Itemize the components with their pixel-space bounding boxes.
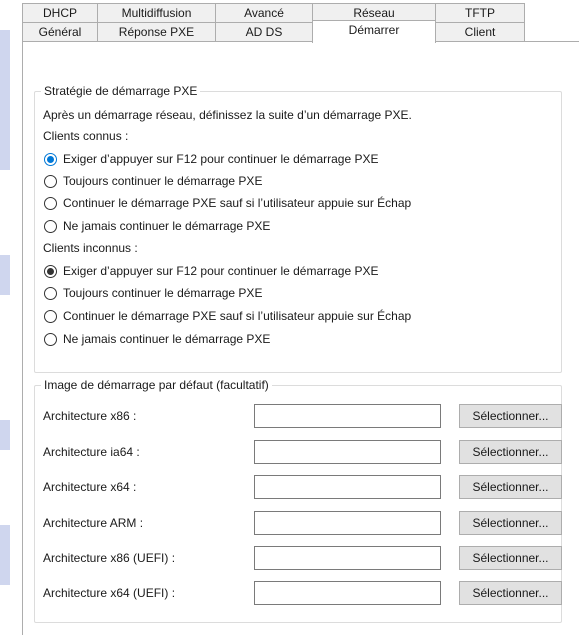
arch-ia64-label: Architecture ia64 : xyxy=(43,445,140,459)
known-clients-label: Clients connus : xyxy=(43,129,129,143)
unknown-clients-label: Clients inconnus : xyxy=(43,241,138,255)
unknown-option-unless-esc[interactable]: Continuer le démarrage PXE sauf si l’uti… xyxy=(44,308,411,324)
default-image-title: Image de démarrage par défaut (facultati… xyxy=(41,378,272,392)
radio-button[interactable] xyxy=(44,196,57,210)
tab-dhcp[interactable]: DHCP xyxy=(22,3,98,22)
default-image-group: Image de démarrage par défaut (facultati… xyxy=(34,378,562,623)
radio-label: Ne jamais continuer le démarrage PXE xyxy=(63,219,271,233)
unknown-option-always[interactable]: Toujours continuer le démarrage PXE xyxy=(44,285,262,301)
arch-x86-select-button[interactable]: Sélectionner... xyxy=(459,404,562,428)
background-strip xyxy=(0,420,10,450)
radio-button[interactable] xyxy=(44,219,57,233)
arch-arm-label: Architecture ARM : xyxy=(43,516,144,530)
pxe-strategy-group: Stratégie de démarrage PXE Après un déma… xyxy=(34,84,562,373)
pxe-strategy-title: Stratégie de démarrage PXE xyxy=(41,84,201,98)
tab-general[interactable]: Général xyxy=(22,22,98,41)
arch-x86-field[interactable] xyxy=(254,404,441,428)
arch-x64-uefi-field[interactable] xyxy=(254,581,441,605)
known-option-always[interactable]: Toujours continuer le démarrage PXE xyxy=(44,173,262,189)
arch-x86-uefi-select-button[interactable]: Sélectionner... xyxy=(459,546,562,570)
radio-button[interactable] xyxy=(44,152,57,166)
arch-arm-field[interactable] xyxy=(254,511,441,535)
known-option-never[interactable]: Ne jamais continuer le démarrage PXE xyxy=(44,218,270,234)
unknown-option-never[interactable]: Ne jamais continuer le démarrage PXE xyxy=(44,331,270,347)
radio-button[interactable] xyxy=(44,286,57,300)
tab-demarrer[interactable]: Démarrer xyxy=(312,20,436,43)
tab-client[interactable]: Client xyxy=(435,22,525,41)
pxe-strategy-description: Après un démarrage réseau, définissez la… xyxy=(43,108,412,122)
arch-x64-field[interactable] xyxy=(254,475,441,499)
radio-label: Toujours continuer le démarrage PXE xyxy=(63,286,263,300)
background-strip xyxy=(0,255,10,295)
tab-page-demarrer: Stratégie de démarrage PXE Après un déma… xyxy=(22,41,579,635)
radio-button[interactable] xyxy=(44,332,57,346)
radio-label: Continuer le démarrage PXE sauf si l’uti… xyxy=(63,309,412,323)
radio-button[interactable] xyxy=(44,309,57,323)
arch-ia64-field[interactable] xyxy=(254,440,441,464)
arch-x64-uefi-label: Architecture x64 (UEFI) : xyxy=(43,586,176,600)
radio-button[interactable] xyxy=(44,264,57,278)
known-option-f12[interactable]: Exiger d’appuyer sur F12 pour continuer … xyxy=(44,151,379,167)
radio-button[interactable] xyxy=(44,174,57,188)
radio-label: Toujours continuer le démarrage PXE xyxy=(63,174,263,188)
radio-label: Ne jamais continuer le démarrage PXE xyxy=(63,332,271,346)
arch-x64-uefi-select-button[interactable]: Sélectionner... xyxy=(459,581,562,605)
background-strip xyxy=(0,525,10,585)
arch-ia64-select-button[interactable]: Sélectionner... xyxy=(459,440,562,464)
tab-row-front: Général Réponse PXE AD DS Démarrer Clien… xyxy=(22,20,525,43)
tab-tftp[interactable]: TFTP xyxy=(435,3,525,22)
arch-x64-label: Architecture x64 : xyxy=(43,480,137,494)
background-strip xyxy=(0,30,10,170)
arch-x86-label: Architecture x86 : xyxy=(43,409,137,423)
tab-ad-ds[interactable]: AD DS xyxy=(215,22,313,41)
radio-label: Continuer le démarrage PXE sauf si l’uti… xyxy=(63,196,412,210)
known-option-unless-esc[interactable]: Continuer le démarrage PXE sauf si l’uti… xyxy=(44,195,411,211)
properties-dialog: DHCP Multidiffusion Avancé Réseau TFTP G… xyxy=(22,0,579,635)
arch-x86-uefi-label: Architecture x86 (UEFI) : xyxy=(43,551,176,565)
radio-label: Exiger d’appuyer sur F12 pour continuer … xyxy=(63,152,379,166)
tab-multidiffusion[interactable]: Multidiffusion xyxy=(97,3,216,22)
tab-avance[interactable]: Avancé xyxy=(215,3,313,22)
arch-x64-select-button[interactable]: Sélectionner... xyxy=(459,475,562,499)
tab-reponse-pxe[interactable]: Réponse PXE xyxy=(97,22,216,41)
arch-arm-select-button[interactable]: Sélectionner... xyxy=(459,511,562,535)
unknown-option-f12[interactable]: Exiger d’appuyer sur F12 pour continuer … xyxy=(44,263,379,279)
tab-row-back: DHCP Multidiffusion Avancé Réseau TFTP xyxy=(22,3,525,22)
radio-label: Exiger d’appuyer sur F12 pour continuer … xyxy=(63,264,379,278)
arch-x86-uefi-field[interactable] xyxy=(254,546,441,570)
